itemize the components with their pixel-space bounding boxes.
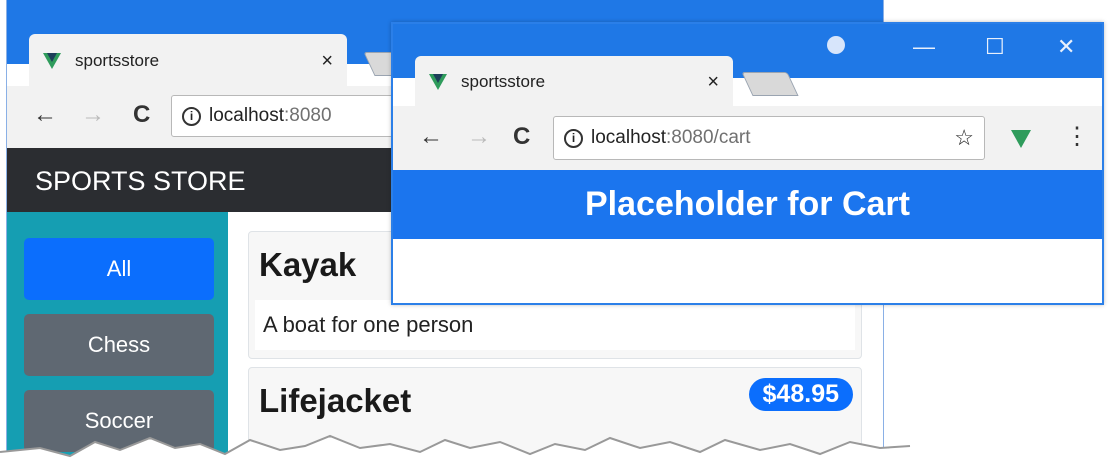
product-name: Kayak: [259, 246, 357, 283]
vue-logo-icon: [43, 53, 61, 69]
profile-icon[interactable]: [827, 36, 845, 54]
tab-close-icon[interactable]: ×: [707, 71, 719, 94]
reload-icon[interactable]: C: [133, 101, 150, 129]
url-path: :8080/cart: [666, 127, 751, 148]
back-arrow-icon[interactable]: ←: [419, 123, 443, 151]
menu-dots-icon[interactable]: ⋮: [1065, 122, 1089, 151]
forward-arrow-icon[interactable]: →: [81, 101, 105, 129]
tab-title: sportsstore: [461, 72, 546, 91]
address-bar[interactable]: i localhost:8080/cart ☆: [553, 116, 985, 160]
tab-title: sportsstore: [75, 51, 160, 70]
url-port: :8080: [284, 105, 332, 126]
price-badge: $48.95: [748, 378, 853, 411]
reload-icon[interactable]: C: [513, 123, 530, 151]
tab-sportsstore[interactable]: sportsstore ×: [415, 56, 733, 108]
url-host: localhost: [209, 105, 284, 126]
info-icon[interactable]: i: [564, 128, 583, 148]
tab-sportsstore[interactable]: sportsstore ×: [29, 34, 347, 88]
maximize-icon[interactable]: ☐: [985, 34, 1005, 60]
category-button-all[interactable]: All: [24, 238, 214, 300]
vue-devtools-icon[interactable]: [1011, 130, 1031, 148]
browser-window-cart: — ☐ ✕ sportsstore × ← → C i localhost:80…: [391, 22, 1104, 305]
forward-arrow-icon[interactable]: →: [467, 123, 491, 151]
category-button-chess[interactable]: Chess: [24, 314, 214, 376]
product-name: Lifejacket: [259, 382, 412, 419]
store-brand[interactable]: SPORTS STORE: [35, 166, 246, 197]
minimize-icon[interactable]: —: [913, 34, 935, 60]
info-icon[interactable]: i: [182, 106, 201, 126]
url-host: localhost: [591, 127, 666, 148]
back-arrow-icon[interactable]: ←: [33, 101, 57, 129]
close-icon[interactable]: ✕: [1057, 34, 1075, 60]
torn-edge-decoration: [0, 434, 1110, 470]
cart-placeholder-heading: Placeholder for Cart: [393, 170, 1102, 239]
browser-toolbar: ← → C i localhost:8080/cart ☆ ⋮: [393, 106, 1102, 171]
bookmark-star-icon[interactable]: ☆: [954, 125, 974, 151]
vue-logo-icon: [429, 74, 447, 90]
tab-close-icon[interactable]: ×: [321, 50, 333, 73]
product-description: A boat for one person: [255, 300, 855, 350]
